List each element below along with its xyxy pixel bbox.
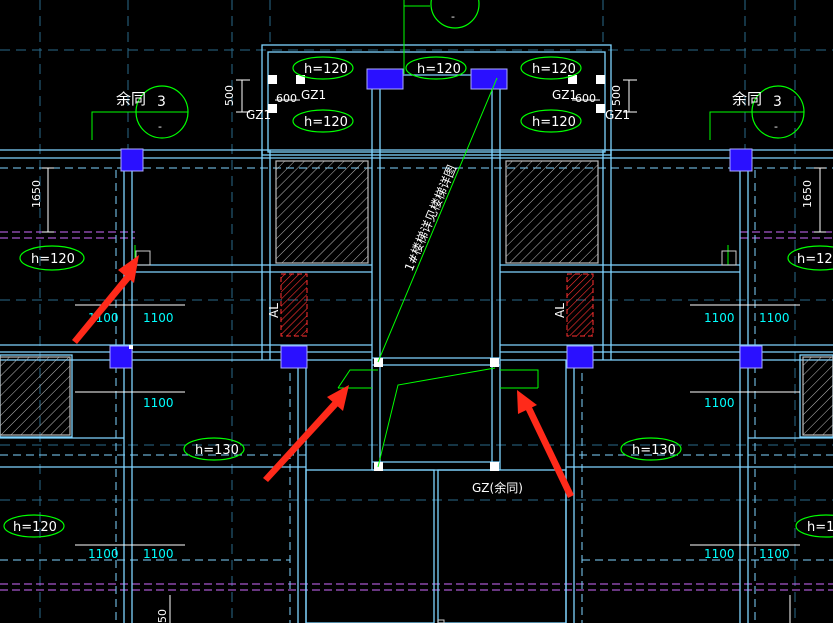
svg-text:50: 50 [156,609,169,623]
svg-text:余同: 余同 [732,90,762,108]
svg-text:1100: 1100 [143,547,174,561]
walls [0,44,833,623]
svg-text:1650: 1650 [30,180,43,208]
gz-same-label: GZ(余同) [472,480,523,495]
svg-text:500: 500 [610,85,623,106]
cad-drawing: - 3 - 3 - h=120 h=120 h=120 h=120 h=120 … [0,0,833,623]
slab-label: h=120 [31,252,75,267]
svg-text:-: - [774,120,778,133]
svg-text:GZ1: GZ1 [301,88,326,102]
svg-text:1100: 1100 [704,311,735,325]
slab-label: h=120 [532,62,576,77]
dimension-1100-texts: 1100 1100 1100 1100 1100 1100 1100 1100 … [88,311,790,561]
slab-label: h=120 [807,520,833,535]
slab-label: h=120 [417,62,461,77]
svg-text:1100: 1100 [88,547,119,561]
dimension-texts: 600 600 500 500 1650 1650 50 [30,85,814,623]
svg-text:1650: 1650 [801,180,814,208]
green-tags [135,250,737,623]
slab-label: h=120 [304,62,348,77]
stair-note: 1#楼梯详见楼梯详图 [401,163,459,274]
slab-label: h=130 [632,443,676,458]
svg-text:AL: AL [267,303,281,318]
svg-text:GZ1: GZ1 [605,108,630,122]
yutong-labels: 余同 余同 [116,90,762,108]
svg-text:600: 600 [276,92,297,105]
svg-text:1100: 1100 [759,311,790,325]
axis-number-right: 3 [773,94,782,110]
svg-text:GZ1: GZ1 [246,108,271,122]
hatched-shafts [0,160,833,436]
al-red-walls [280,273,594,337]
svg-text:1100: 1100 [704,547,735,561]
svg-text:AL: AL [553,303,567,318]
slab-label: h=130 [195,443,239,458]
svg-text:1100: 1100 [759,547,790,561]
svg-text:1100: 1100 [704,396,735,410]
slab-label: h=120 [532,115,576,130]
svg-text:-: - [158,120,162,133]
axis-bubble-top: - [430,0,480,29]
axis-number-left: 3 [157,94,166,110]
svg-text:600: 600 [575,92,596,105]
svg-text:GZ1: GZ1 [552,88,577,102]
svg-text:500: 500 [223,85,236,106]
slab-label: h=120 [304,115,348,130]
slab-label: h=120 [13,520,57,535]
svg-text:1100: 1100 [143,311,174,325]
svg-text:1100: 1100 [143,396,174,410]
slab-label: h=120 [797,252,833,267]
svg-text:余同: 余同 [116,90,146,108]
al-labels: AL AL [267,303,567,318]
svg-text:-: - [451,10,455,23]
